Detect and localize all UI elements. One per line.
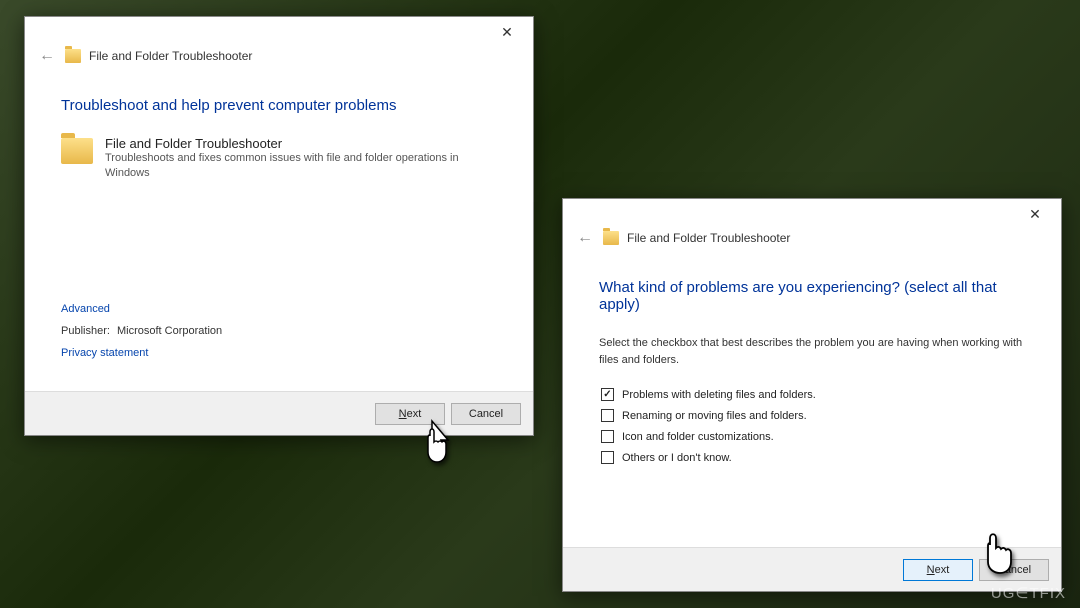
checkbox-label: Others or I don't know.	[622, 452, 732, 464]
cancel-button[interactable]: Cancel	[979, 559, 1049, 581]
dialog-header: ← File and Folder Troubleshooter	[25, 47, 533, 75]
checkbox-option-rename[interactable]: Renaming or moving files and folders.	[601, 409, 1025, 422]
dialog-content: What kind of problems are you experienci…	[563, 257, 1061, 464]
button-bar: Next Cancel	[563, 547, 1061, 591]
button-bar: Next Cancel	[25, 391, 533, 435]
troubleshooter-row[interactable]: File and Folder Troubleshooter Troublesh…	[61, 136, 497, 182]
window-title: File and Folder Troubleshooter	[89, 49, 252, 63]
watermark: UG∈TFIX	[991, 584, 1066, 602]
close-icon[interactable]: ✕	[1015, 201, 1055, 227]
checkbox-list: Problems with deleting files and folders…	[599, 388, 1025, 464]
advanced-link[interactable]: Advanced	[61, 303, 222, 315]
folder-icon	[61, 138, 93, 164]
page-heading: Troubleshoot and help prevent computer p…	[61, 97, 497, 114]
instruction-text: Select the checkbox that best describes …	[599, 335, 1025, 368]
dialog-header: ← File and Folder Troubleshooter	[563, 229, 1061, 257]
checkbox-label: Icon and folder customizations.	[622, 431, 774, 443]
titlebar: ✕	[25, 17, 533, 47]
links-block: Advanced Publisher: Microsoft Corporatio…	[61, 303, 222, 369]
checkbox-icon[interactable]	[601, 451, 614, 464]
back-arrow-icon[interactable]: ←	[37, 47, 57, 65]
checkbox-label: Problems with deleting files and folders…	[622, 389, 816, 401]
checkbox-label: Renaming or moving files and folders.	[622, 410, 807, 422]
publisher-label: Publisher:	[61, 325, 110, 337]
page-heading: What kind of problems are you experienci…	[599, 279, 1025, 313]
next-button[interactable]: Next	[903, 559, 973, 581]
privacy-link[interactable]: Privacy statement	[61, 347, 222, 359]
folder-icon	[603, 231, 619, 245]
troubleshooter-dialog-1: ✕ ← File and Folder Troubleshooter Troub…	[24, 16, 534, 436]
titlebar: ✕	[563, 199, 1061, 229]
checkbox-icon[interactable]	[601, 388, 614, 401]
back-arrow-icon[interactable]: ←	[575, 229, 595, 247]
dialog-content: Troubleshoot and help prevent computer p…	[25, 75, 533, 182]
window-title: File and Folder Troubleshooter	[627, 231, 790, 245]
folder-icon	[65, 49, 81, 63]
close-icon[interactable]: ✕	[487, 19, 527, 45]
checkbox-option-icon[interactable]: Icon and folder customizations.	[601, 430, 1025, 443]
checkbox-option-delete[interactable]: Problems with deleting files and folders…	[601, 388, 1025, 401]
checkbox-icon[interactable]	[601, 430, 614, 443]
troubleshooter-desc: Troubleshoots and fixes common issues wi…	[105, 151, 497, 182]
publisher-row: Publisher: Microsoft Corporation	[61, 325, 222, 337]
checkbox-option-others[interactable]: Others or I don't know.	[601, 451, 1025, 464]
checkbox-icon[interactable]	[601, 409, 614, 422]
troubleshooter-dialog-2: ✕ ← File and Folder Troubleshooter What …	[562, 198, 1062, 592]
next-button[interactable]: Next	[375, 403, 445, 425]
cancel-button[interactable]: Cancel	[451, 403, 521, 425]
troubleshooter-title: File and Folder Troubleshooter	[105, 136, 497, 151]
publisher-value: Microsoft Corporation	[117, 325, 222, 337]
